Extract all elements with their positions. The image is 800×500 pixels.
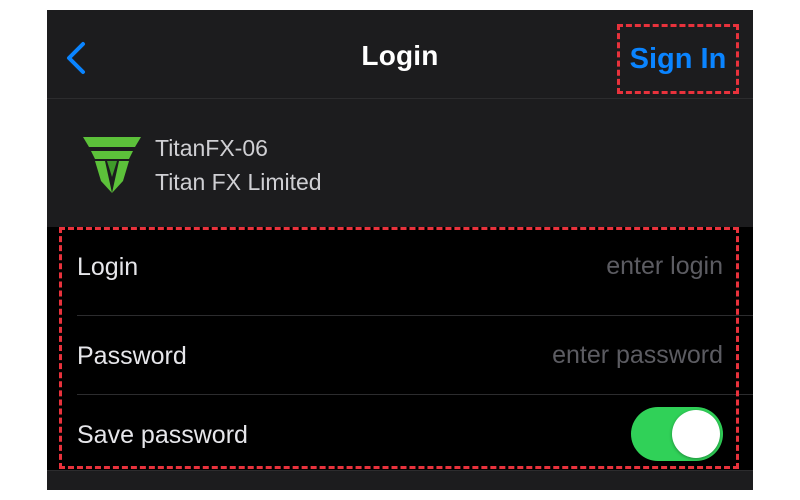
login-form: Login Password Save password <box>47 227 753 470</box>
login-row: Login <box>77 227 753 306</box>
save-password-row: Save password <box>77 395 753 474</box>
toggle-knob <box>672 410 720 458</box>
login-input[interactable] <box>403 249 723 283</box>
password-row: Password <box>77 316 753 395</box>
sign-in-button[interactable]: Sign In <box>617 24 739 94</box>
password-input[interactable] <box>403 338 723 372</box>
save-password-toggle[interactable] <box>631 407 723 461</box>
server-company: Titan FX Limited <box>155 169 322 195</box>
save-password-label: Save password <box>77 421 248 449</box>
server-name: TitanFX-06 <box>155 135 268 161</box>
password-label: Password <box>77 342 187 370</box>
navigation-bar: Login Sign In <box>47 10 753 99</box>
login-label: Login <box>77 253 139 281</box>
titanfx-logo-icon <box>83 137 141 193</box>
login-screen: Login Sign In TitanFX-06 Titan FX Limite… <box>47 10 753 490</box>
divider <box>47 470 753 471</box>
server-info: TitanFX-06 Titan FX Limited <box>47 99 753 227</box>
